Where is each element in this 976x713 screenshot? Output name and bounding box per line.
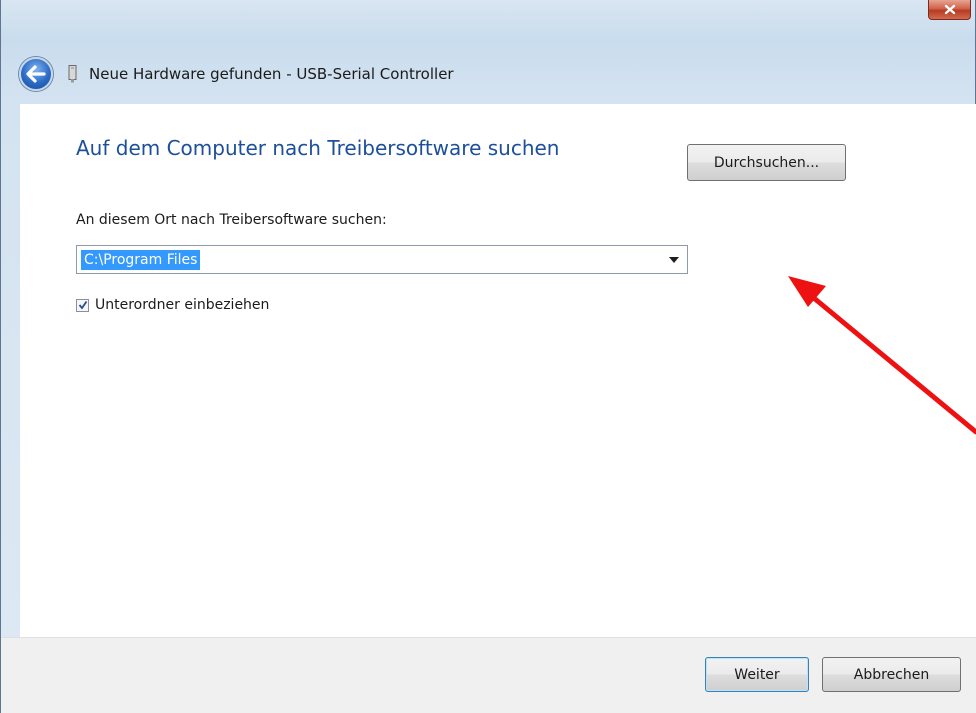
subfolders-checkbox-label[interactable]: Unterordner einbeziehen <box>95 297 269 313</box>
browse-button[interactable]: Durchsuchen... <box>687 144 846 181</box>
back-button[interactable] <box>19 57 53 91</box>
location-label: An diesem Ort nach Treibersoftware suche… <box>76 212 387 228</box>
checkmark-icon <box>78 300 87 310</box>
browse-button-label: Durchsuchen... <box>713 154 820 171</box>
location-input-value[interactable]: C:\Program Files <box>81 250 201 270</box>
location-combobox[interactable]: C:\Program Files <box>76 245 688 274</box>
usb-device-icon <box>67 65 78 83</box>
next-button[interactable]: Weiter <box>705 657 809 692</box>
next-button-label: Weiter <box>734 666 780 683</box>
wizard-content: Auf dem Computer nach Treibersoftware su… <box>20 104 976 637</box>
window-title: Neue Hardware gefunden - USB-Serial Cont… <box>89 65 454 83</box>
wizard-window: Neue Hardware gefunden - USB-Serial Cont… <box>0 0 976 713</box>
close-button[interactable] <box>928 0 971 20</box>
page-heading: Auf dem Computer nach Treibersoftware su… <box>76 136 560 160</box>
dropdown-arrow-icon[interactable] <box>669 257 679 263</box>
cancel-button[interactable]: Abbrechen <box>822 657 961 692</box>
subfolders-checkbox[interactable] <box>76 298 89 312</box>
wizard-title-bar: Neue Hardware gefunden - USB-Serial Cont… <box>19 56 454 92</box>
back-arrow-icon <box>26 65 46 83</box>
subfolders-option[interactable]: Unterordner einbeziehen <box>76 297 269 313</box>
cancel-button-label: Abbrechen <box>853 666 930 683</box>
close-icon <box>944 4 955 15</box>
